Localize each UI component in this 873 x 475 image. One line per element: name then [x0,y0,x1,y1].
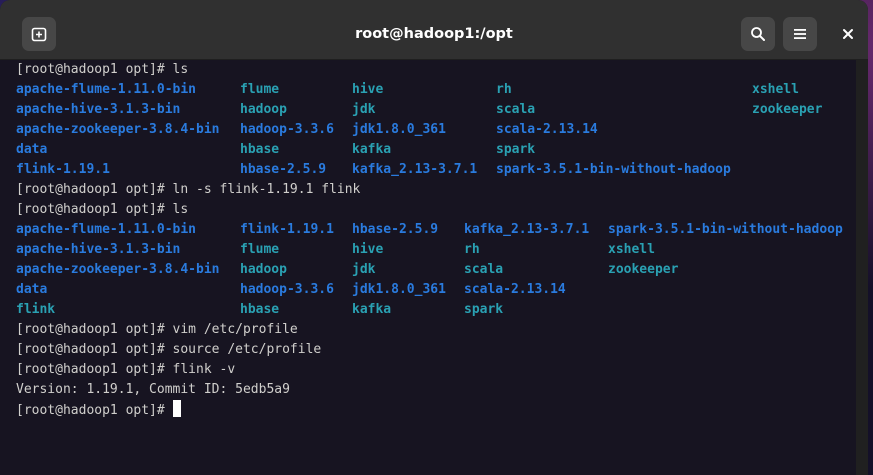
prompt: [root@hadoop1 opt]# [16,403,165,418]
ls-entry: scala-2.13.14 [464,282,566,297]
command-line: [root@hadoop1 opt]# source /etc/profile [16,342,322,357]
ls-entry: rh [496,82,512,97]
ls-entry: flink-1.19.1 [16,162,110,177]
command-line: [root@hadoop1 opt]# ls [16,62,189,77]
main-menu-button[interactable] [783,17,817,51]
ls-entry: hbase-2.5.9 [240,162,327,177]
command-output: Version: 1.19.1, Commit ID: 5edb5a9 [16,382,290,397]
prompt-line[interactable]: [root@hadoop1 opt]# [16,400,181,420]
ls-entry: hbase-2.5.9 [352,222,439,237]
text-cursor [172,400,181,417]
ls-entry: data [16,282,48,297]
command-line: [root@hadoop1 opt]# ln -s flink-1.19.1 f… [16,182,361,197]
ls-entry: zookeeper [752,102,823,117]
ls-entry: apache-hive-3.1.3-bin [16,102,181,117]
header-bar: root@hadoop1:/opt [0,0,868,60]
ls-entry: apache-zookeeper-3.8.4-bin [16,122,220,137]
ls-entry: spark-3.5.1-bin-without-hadoop [496,162,731,177]
ls-entry: scala [464,262,504,277]
ls-entry: flink-1.19.1 [240,222,334,237]
command-line: [root@hadoop1 opt]# ls [16,202,189,217]
terminal-window: root@hadoop1:/opt [root@hadoop1 opt]# ls [0,0,868,475]
ls-entry: xshell [608,242,655,257]
terminal-output[interactable]: [root@hadoop1 opt]# ls apache-flume-1.11… [0,60,856,475]
ls-entry: kafka [352,302,392,317]
ls-entry: flink [16,302,56,317]
ls-entry: rh [464,242,480,257]
ls-entry: hadoop [240,102,287,117]
command-line: [root@hadoop1 opt]# vim /etc/profile [16,322,298,337]
ls-entry: jdk1.8.0_361 [352,122,446,137]
ls-entry: jdk [352,102,376,117]
ls-entry: jdk1.8.0_361 [352,282,446,297]
ls-entry: hadoop-3.3.6 [240,282,334,297]
close-icon [843,29,853,39]
ls-entry: spark-3.5.1-bin-without-hadoop [608,222,843,237]
ls-entry: apache-hive-3.1.3-bin [16,242,181,257]
ls-entry: zookeeper [608,262,679,277]
new-tab-icon [31,27,47,42]
close-window-button[interactable] [831,17,865,51]
search-button[interactable] [741,17,775,51]
ls-entry: hive [352,242,384,257]
ls-entry: xshell [752,82,799,97]
ls-entry: scala [496,102,536,117]
ls-entry: kafka_2.13-3.7.1 [464,222,590,237]
ls-entry: flume [240,242,280,257]
window-title: root@hadoop1:/opt [355,26,513,42]
ls-entry: hadoop-3.3.6 [240,122,334,137]
ls-entry: apache-flume-1.11.0-bin [16,222,197,237]
ls-entry: hbase [240,142,280,157]
ls-entry: kafka [352,142,392,157]
new-tab-button[interactable] [22,17,56,51]
ls-entry: kafka_2.13-3.7.1 [352,162,478,177]
ls-entry: hbase [240,302,280,317]
ls-entry: jdk [352,262,376,277]
ls-entry: spark [496,142,536,157]
ls-entry: spark [464,302,504,317]
ls-entry: apache-flume-1.11.0-bin [16,82,197,97]
hamburger-menu-icon [794,29,806,39]
ls-entry: data [16,142,48,157]
ls-entry: flume [240,82,280,97]
ls-entry: hadoop [240,262,287,277]
command-line: [root@hadoop1 opt]# flink -v [16,362,236,377]
ls-entry: scala-2.13.14 [496,122,598,137]
ls-entry: hive [352,82,384,97]
search-icon [751,27,765,41]
ls-entry: apache-zookeeper-3.8.4-bin [16,262,220,277]
scrollbar-track[interactable] [856,60,868,475]
